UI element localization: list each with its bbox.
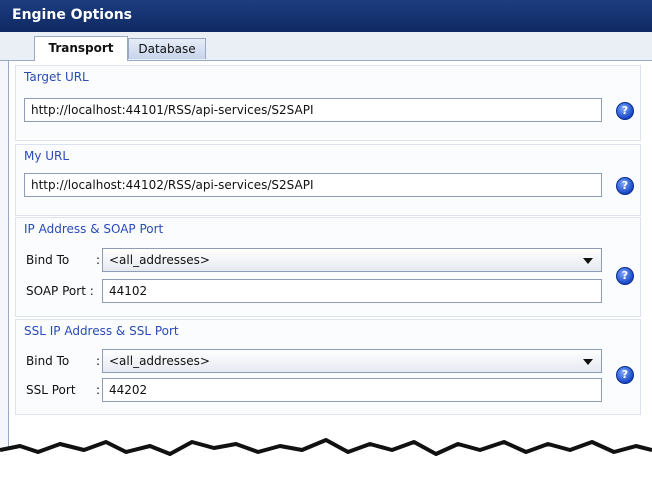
soap-port-label: SOAP Port : <box>26 284 94 298</box>
ip-soap-help-icon[interactable]: ? <box>616 267 634 285</box>
title-bar: Engine Options <box>0 0 652 32</box>
ssl-bind-to-dropdown[interactable]: <all_addresses> <box>102 349 602 373</box>
ssl-bind-to-label: Bind To <box>26 354 70 368</box>
ip-bind-to-value: <all_addresses> <box>109 253 210 267</box>
ssl-bind-to-value: <all_addresses> <box>109 354 210 368</box>
my-url-label: My URL <box>24 149 70 163</box>
my-url-group: My URL http://localhost:44102/RSS/api-se… <box>15 144 641 216</box>
soap-port-input[interactable]: 44102 <box>102 279 602 303</box>
target-url-group: Target URL http://localhost:44101/RSS/ap… <box>15 65 641 141</box>
chevron-down-icon <box>583 258 593 264</box>
my-url-help-icon[interactable]: ? <box>616 177 634 195</box>
target-url-input[interactable]: http://localhost:44101/RSS/api-services/… <box>24 98 602 122</box>
target-url-help-icon[interactable]: ? <box>616 102 634 120</box>
engine-options-dialog: Engine Options Transport Database Target… <box>0 0 652 484</box>
ip-soap-group-label: IP Address & SOAP Port <box>24 222 164 236</box>
ssl-help-icon[interactable]: ? <box>616 366 634 384</box>
ssl-port-input[interactable]: 44202 <box>102 378 602 402</box>
chevron-down-icon <box>583 359 593 365</box>
tab-transport[interactable]: Transport <box>34 36 128 61</box>
ip-bind-to-separator: : <box>96 253 101 267</box>
ssl-port-label: SSL Port <box>26 383 76 397</box>
torn-edge-decoration <box>0 438 652 484</box>
ip-bind-to-label: Bind To <box>26 253 70 267</box>
ssl-group-label: SSL IP Address & SSL Port <box>24 324 179 338</box>
ssl-group: SSL IP Address & SSL Port Bind To : <all… <box>15 319 641 415</box>
ssl-bind-to-separator: : <box>96 354 101 368</box>
target-url-label: Target URL <box>24 70 89 84</box>
window-title: Engine Options <box>12 7 133 23</box>
tab-database[interactable]: Database <box>128 38 206 59</box>
transport-panel: Target URL http://localhost:44101/RSS/ap… <box>8 61 652 484</box>
ip-bind-to-dropdown[interactable]: <all_addresses> <box>102 248 602 272</box>
tab-strip: Transport Database <box>0 32 652 61</box>
ip-soap-group: IP Address & SOAP Port Bind To : <all_ad… <box>15 217 641 317</box>
ssl-port-separator: : <box>96 383 101 397</box>
my-url-input[interactable]: http://localhost:44102/RSS/api-services/… <box>24 173 602 197</box>
